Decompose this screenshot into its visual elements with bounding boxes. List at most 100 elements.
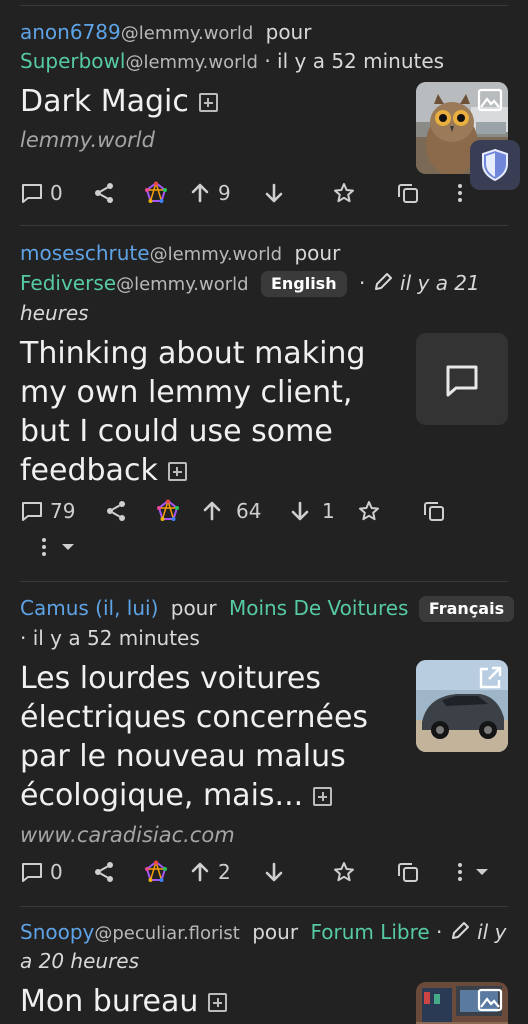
save-button[interactable] — [357, 493, 381, 529]
comment-count: 0 — [50, 860, 63, 884]
more-vertical-icon — [458, 863, 462, 881]
pour-label: pour — [170, 596, 217, 620]
arrow-down-icon — [265, 862, 283, 882]
post-time-continued: heures — [20, 301, 89, 325]
share-icon — [95, 862, 113, 882]
crosspost-button[interactable] — [396, 175, 420, 211]
post-thumbnail[interactable] — [416, 660, 508, 752]
external-link-icon — [479, 666, 502, 689]
image-icon — [477, 88, 503, 112]
post-title[interactable]: Thinking about making my own lemmy clien… — [20, 334, 365, 490]
post-time: il y — [477, 920, 507, 944]
title-line[interactable]: écologique, mais... — [20, 778, 303, 813]
post-title-text[interactable]: Dark Magic — [20, 84, 189, 119]
pour-label: pour — [265, 20, 312, 44]
title-line[interactable]: électriques concernées — [20, 698, 368, 737]
more-button[interactable] — [34, 529, 76, 565]
author-link[interactable]: Camus (il, lui) — [20, 596, 158, 620]
post-title[interactable]: Les lourdes voitures électriques concern… — [20, 659, 368, 815]
post-card[interactable]: anon6789@lemmy.world pour Superbowl@lemm… — [0, 0, 528, 225]
image-icon — [477, 988, 503, 1012]
downvote-button[interactable] — [262, 175, 286, 211]
pencil-icon — [374, 273, 392, 290]
title-line[interactable]: my own lemmy client, — [20, 373, 365, 412]
post-thumbnail[interactable] — [416, 982, 508, 1024]
comment-icon — [22, 184, 42, 203]
downvote-button[interactable]: 1 — [288, 493, 335, 529]
arrow-down-icon — [265, 183, 283, 203]
post-title-text[interactable]: Mon bureau — [20, 984, 198, 1019]
upvote-button[interactable]: 64 — [200, 493, 261, 529]
upvote-button[interactable]: 9 — [188, 175, 231, 211]
author-instance: @peculiar.florist — [94, 923, 240, 944]
caret-down-icon — [62, 544, 74, 550]
fediverse-icon — [145, 181, 167, 203]
title-line[interactable]: Les lourdes voitures — [20, 659, 368, 698]
post-thumbnail[interactable] — [416, 333, 508, 425]
post-card[interactable]: moseschrute@lemmy.world pour Fediverse@l… — [0, 225, 528, 581]
more-button[interactable] — [450, 175, 470, 211]
fediverse-button[interactable] — [144, 854, 168, 890]
save-button[interactable] — [332, 854, 356, 890]
comments-button[interactable]: 79 — [20, 493, 75, 529]
post-meta-line2: Fediverse@lemmy.world English · il y a 2… — [20, 269, 480, 299]
title-line[interactable]: Thinking about making — [20, 334, 365, 373]
arrow-down-icon — [291, 501, 309, 521]
post-actions: 0 9 — [0, 175, 528, 211]
expand-icon[interactable] — [313, 787, 333, 806]
post-title[interactable]: Dark Magic — [20, 82, 218, 121]
post-actions: 79 64 1 — [0, 493, 528, 529]
post-time: · il y a 52 minutes — [20, 626, 200, 650]
community-link[interactable]: Moins De Voitures — [229, 596, 409, 620]
save-button[interactable] — [332, 175, 356, 211]
crosspost-button[interactable] — [396, 854, 420, 890]
author-link[interactable]: anon6789 — [20, 20, 121, 44]
community-instance: @lemmy.world — [116, 274, 249, 295]
title-line[interactable]: par le nouveau malus — [20, 737, 368, 776]
author-link[interactable]: moseschrute — [20, 241, 150, 265]
expand-icon[interactable] — [208, 993, 228, 1012]
pour-label: pour — [252, 920, 299, 944]
share-button[interactable] — [104, 493, 128, 529]
share-button[interactable] — [92, 175, 116, 211]
pencil-icon — [451, 922, 469, 939]
more-button[interactable] — [450, 854, 490, 890]
downvote-button[interactable] — [262, 854, 286, 890]
share-button[interactable] — [92, 854, 116, 890]
fediverse-button[interactable] — [144, 175, 168, 211]
upvote-button[interactable]: 2 — [188, 854, 231, 890]
comment-icon — [22, 863, 42, 882]
title-line[interactable]: but I could use some — [20, 412, 365, 451]
star-icon — [359, 501, 379, 521]
floating-action-button[interactable] — [470, 140, 520, 190]
crosspost-button[interactable] — [422, 493, 446, 529]
separator-dot: · — [358, 271, 366, 295]
post-card[interactable]: Snoopy@peculiar.florist pour Forum Libre… — [0, 906, 528, 1024]
more-vertical-icon — [42, 538, 46, 556]
expand-icon[interactable] — [167, 462, 187, 481]
post-domain[interactable]: www.caradisiac.com — [20, 823, 235, 847]
author-link[interactable]: Snoopy — [20, 920, 94, 944]
fediverse-button[interactable] — [156, 493, 180, 529]
title-line[interactable]: feedback — [20, 453, 158, 488]
comment-count: 0 — [50, 181, 63, 205]
post-card[interactable]: Camus (il, lui) pour Moins De Voitures F… — [0, 581, 528, 906]
community-link[interactable]: Forum Libre — [310, 920, 429, 944]
expand-icon[interactable] — [198, 93, 218, 112]
star-icon — [334, 862, 354, 882]
share-icon — [95, 183, 113, 203]
arrow-up-icon — [191, 862, 209, 882]
post-meta: moseschrute@lemmy.world pour — [20, 239, 340, 269]
comments-button[interactable]: 0 — [20, 175, 63, 211]
community-link[interactable]: Superbowl — [20, 49, 125, 73]
comment-icon — [446, 365, 478, 397]
language-badge: Français — [418, 596, 515, 622]
post-meta-line2: Superbowl@lemmy.world · il y a 52 minute… — [20, 47, 444, 77]
comments-button[interactable]: 0 — [20, 854, 63, 890]
author-instance: @lemmy.world — [120, 23, 254, 44]
post-title[interactable]: Mon bureau — [20, 982, 228, 1021]
share-icon — [107, 501, 125, 521]
downvote-count: 1 — [322, 499, 335, 523]
community-link[interactable]: Fediverse — [20, 271, 116, 295]
more-vertical-icon — [458, 184, 462, 202]
